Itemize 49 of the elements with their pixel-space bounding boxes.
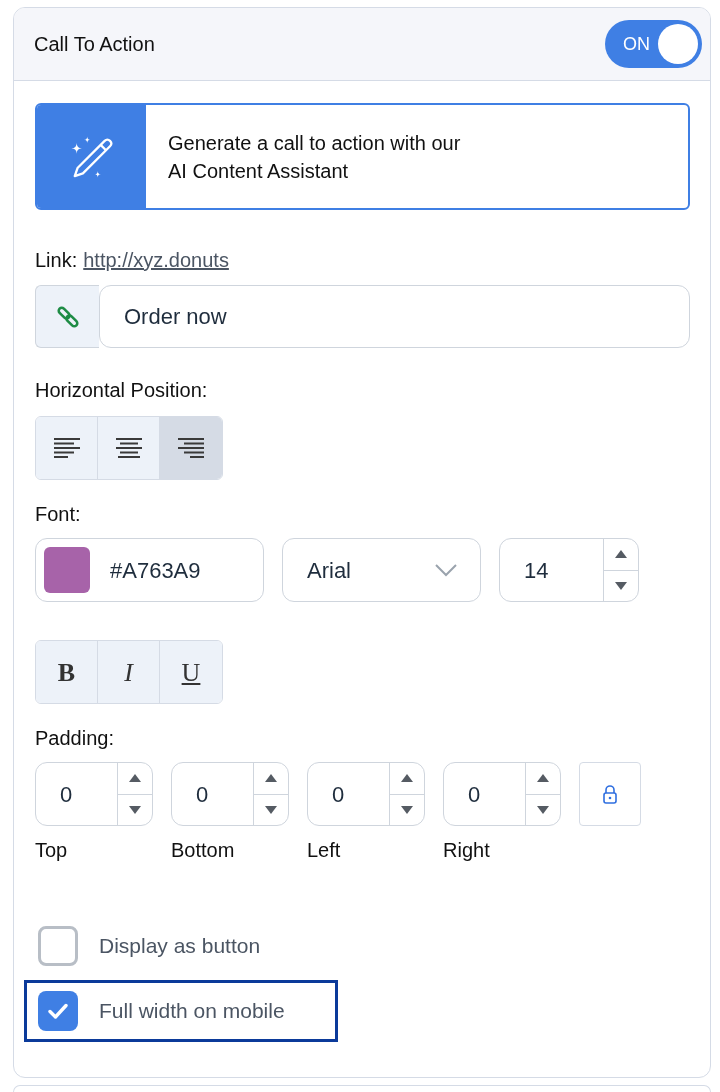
font-size-field[interactable]: 14 — [499, 538, 639, 602]
triangle-down-icon — [401, 805, 413, 814]
triangle-up-icon — [401, 774, 413, 783]
padding-side-label: Bottom — [171, 838, 235, 863]
triangle-up-icon — [615, 550, 627, 559]
padding-side-label: Top — [35, 838, 68, 863]
font-family-select[interactable]: Arial — [282, 538, 481, 602]
text-style-button[interactable]: B — [36, 641, 98, 703]
toggle-switch[interactable]: ON — [605, 20, 702, 68]
padding-field[interactable]: 0 — [307, 762, 425, 826]
checkbox[interactable] — [38, 926, 78, 966]
align-button[interactable] — [160, 417, 222, 479]
padding-field[interactable]: 0 — [443, 762, 561, 826]
triangle-down-icon — [537, 805, 549, 814]
link-button[interactable] — [35, 285, 99, 348]
padding-field[interactable]: 0 — [171, 762, 289, 826]
section-label: Font: — [35, 502, 81, 527]
checkbox-label[interactable]: Full width on mobile — [99, 995, 285, 1027]
checkbox-label[interactable]: Display as button — [99, 930, 261, 962]
link-label: Link: — [35, 248, 78, 273]
panel-title: Call To Action — [34, 32, 155, 57]
triangle-down-icon — [129, 805, 141, 814]
color-field[interactable]: #A763A9 — [35, 538, 264, 602]
padding-field[interactable]: 0 — [35, 762, 153, 826]
toggle-knob-icon — [658, 24, 698, 64]
ai-assistant-button[interactable]: Generate a call to action with our AI Content Assistant — [35, 103, 690, 210]
lock-icon — [602, 784, 618, 804]
align-button[interactable] — [98, 417, 160, 479]
section-label: Horizontal Position: — [35, 378, 208, 403]
chevron-down-icon — [434, 563, 458, 577]
triangle-up-icon — [537, 774, 549, 783]
triangle-down-icon — [265, 805, 277, 814]
lock-button[interactable] — [579, 762, 641, 826]
section-label: Padding: — [35, 726, 114, 751]
padding-side-label: Right — [443, 838, 490, 863]
align-right-icon — [178, 437, 204, 459]
text-style-button[interactable]: U — [160, 641, 222, 703]
link-text-field[interactable]: Order now — [99, 285, 690, 348]
checkbox[interactable] — [38, 991, 78, 1031]
chain-link-icon — [55, 304, 80, 329]
link-url[interactable]: http://xyz.donuts — [83, 245, 229, 275]
triangle-up-icon — [265, 774, 277, 783]
padding-side-label: Left — [307, 838, 341, 863]
text-style-button[interactable]: I — [98, 641, 160, 703]
triangle-down-icon — [615, 581, 627, 590]
align-left-icon — [53, 437, 80, 459]
align-center-icon — [115, 437, 142, 459]
triangle-up-icon — [129, 774, 141, 783]
align-button[interactable] — [36, 417, 98, 479]
